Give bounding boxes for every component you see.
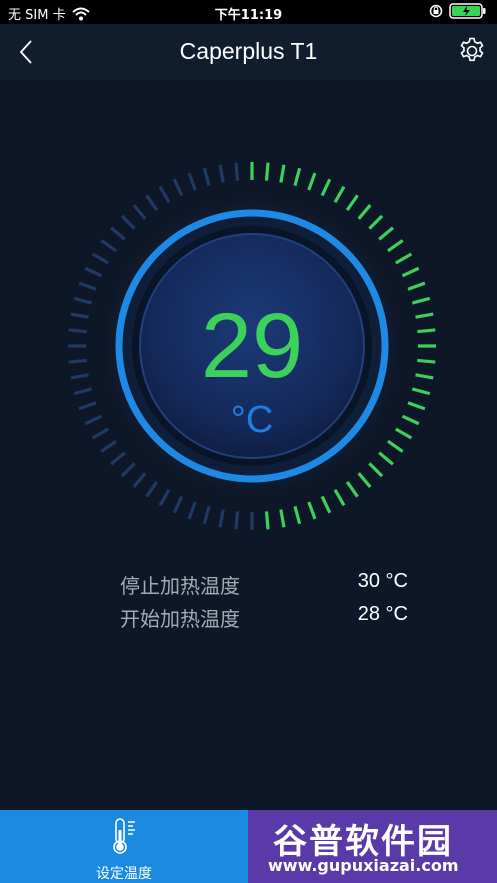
- dial-tick: [378, 226, 394, 241]
- dial-tick: [158, 488, 171, 507]
- dial-tick: [218, 164, 225, 183]
- dial-tick: [357, 204, 372, 220]
- dial-tick: [132, 472, 147, 488]
- dial-tick: [145, 194, 159, 211]
- start-heating-row: 开始加热温度 28 °C: [120, 603, 410, 633]
- dial-tick: [84, 266, 103, 278]
- rotation-lock-icon: [429, 4, 443, 18]
- dial-tick: [320, 178, 332, 197]
- dial-tick: [100, 439, 117, 453]
- status-time: 下午11:19: [214, 8, 283, 23]
- dial-tick: [158, 185, 171, 204]
- dial-tick: [187, 501, 197, 520]
- battery-icon: [449, 3, 486, 19]
- dial-tick: [132, 204, 147, 220]
- dial-tick: [218, 509, 225, 528]
- temperature-unit: °C: [230, 399, 274, 441]
- current-temperature: 29: [200, 295, 304, 397]
- dial-tick: [110, 226, 126, 241]
- tab-set-temperature[interactable]: 设定温度: [0, 810, 248, 883]
- dial-tick: [368, 214, 384, 230]
- dial-tick: [234, 162, 240, 181]
- dial-tick: [234, 511, 240, 530]
- dial-tick: [145, 481, 159, 498]
- dial-tick: [378, 451, 394, 466]
- dial-tick: [91, 252, 110, 265]
- dial-tick: [78, 281, 97, 291]
- dial-tick: [172, 495, 184, 514]
- dial-tick: [100, 239, 117, 253]
- dial-tick: [394, 252, 413, 265]
- dial-tick: [345, 481, 359, 498]
- dial-tick: [345, 194, 359, 211]
- dial-tick: [120, 214, 136, 230]
- dial-tick: [387, 439, 404, 453]
- dial-tick: [202, 167, 211, 187]
- start-heating-label: 开始加热温度: [120, 607, 240, 631]
- dial-tick: [120, 462, 136, 478]
- tab-set-temperature-label: 设定温度: [96, 866, 152, 882]
- dial-tick: [320, 495, 332, 514]
- gear-icon[interactable]: [457, 36, 487, 66]
- dial-tick: [307, 172, 317, 191]
- dial-tick: [293, 167, 302, 187]
- stop-heating-row: 停止加热温度 30 °C: [120, 570, 410, 600]
- dial-tick: [279, 164, 286, 183]
- dial-tick: [293, 505, 302, 525]
- watermark-banner: 谷普软件园 www.gupuxiazai.com: [248, 810, 497, 883]
- dial-tick: [368, 462, 384, 478]
- tab-bar: 设定温度 谷普软件园 www.gupuxiazai.com: [0, 810, 497, 883]
- page-title: Caperplus T1: [179, 38, 318, 64]
- dial-tick: [333, 185, 346, 204]
- stop-heating-label: 停止加热温度: [120, 574, 240, 598]
- dial-tick: [333, 488, 346, 507]
- dial-tick: [187, 172, 197, 191]
- dial-tick: [387, 239, 404, 253]
- dial-tick: [401, 266, 420, 278]
- status-bar: 无 SIM 卡 下午11:19: [0, 0, 497, 24]
- dial-tick: [279, 509, 286, 528]
- watermark-url: www.gupuxiazai.com: [268, 856, 459, 875]
- dial-tick: [264, 511, 270, 530]
- dial-tick: [110, 451, 126, 466]
- dial-tick: [357, 472, 372, 488]
- start-heating-value: 28 °C: [357, 603, 408, 625]
- temperature-dial[interactable]: 29 °C: [62, 148, 442, 548]
- dial-tick: [264, 162, 270, 181]
- thermometer-icon: [113, 818, 135, 854]
- dial-tick: [407, 281, 426, 291]
- dial-tick: [172, 178, 184, 197]
- dial-tick: [202, 505, 211, 525]
- dial-tick: [307, 501, 317, 520]
- nav-bar: Caperplus T1: [0, 24, 497, 80]
- status-right: [429, 3, 489, 19]
- stop-heating-value: 30 °C: [357, 570, 408, 592]
